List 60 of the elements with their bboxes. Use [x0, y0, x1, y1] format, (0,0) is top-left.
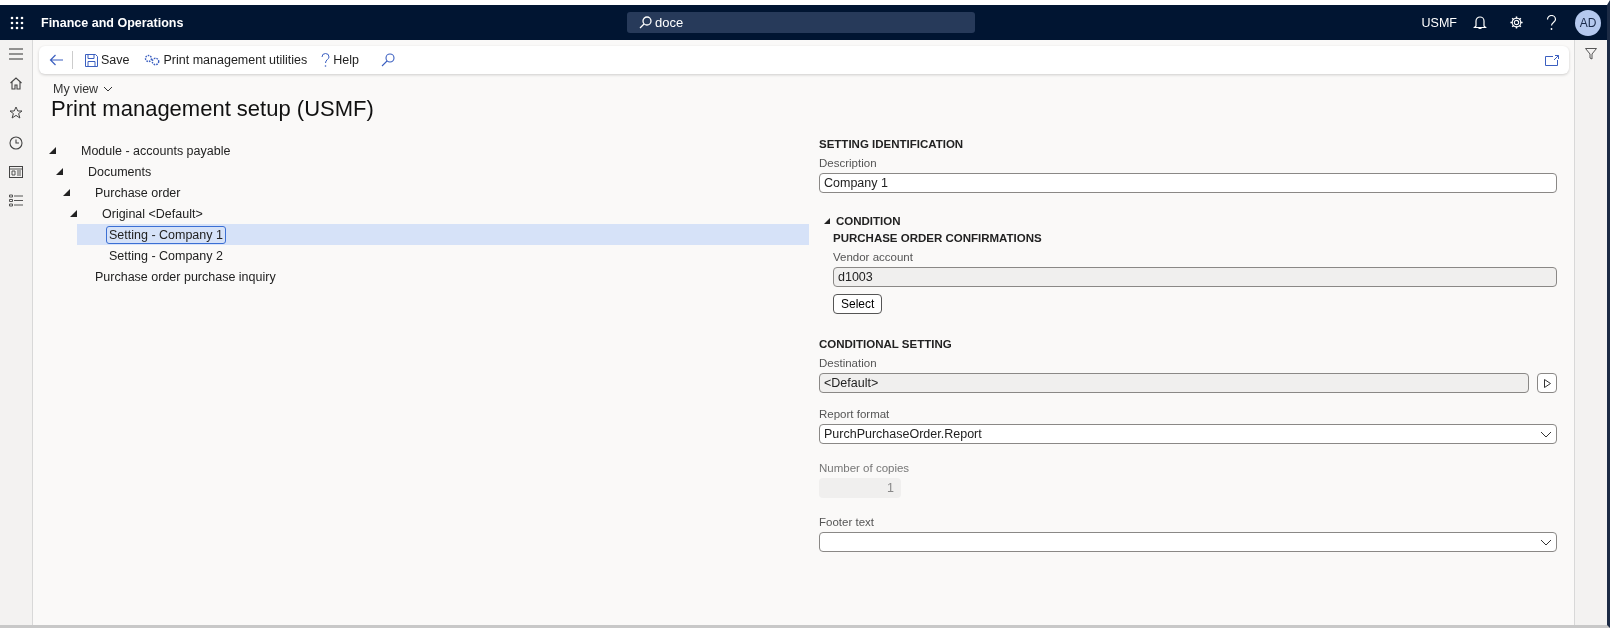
chevron-down-icon: [1540, 538, 1552, 546]
tree-node[interactable]: Module - accounts payable: [49, 140, 809, 161]
list-icon[interactable]: [9, 194, 23, 207]
chevron-down-icon: [103, 86, 114, 92]
chevron-down-icon: [1540, 430, 1552, 438]
back-arrow-icon[interactable]: [49, 54, 64, 66]
utilities-button[interactable]: Print management utilities: [139, 49, 312, 71]
expand-triangle-icon[interactable]: [49, 147, 56, 154]
field-label: Vendor account: [833, 251, 914, 263]
tree-node[interactable]: Setting - Company 1: [77, 224, 809, 245]
gears-icon: [143, 54, 161, 66]
destination-field[interactable]: <Default>: [819, 373, 1529, 393]
expand-triangle-icon[interactable]: [824, 218, 830, 224]
filter-icon[interactable]: [1585, 48, 1597, 60]
help-icon: [321, 52, 331, 68]
expand-triangle-icon[interactable]: [63, 189, 70, 196]
settings-icon[interactable]: [1509, 15, 1524, 30]
app-title: Finance and Operations: [41, 15, 185, 30]
subsection-heading: PURCHASE ORDER CONFIRMATIONS: [833, 232, 1043, 244]
field-label: Number of copies: [819, 462, 911, 474]
search-icon: [639, 16, 652, 29]
select-button[interactable]: Select: [833, 294, 883, 314]
dropdown-field[interactable]: [819, 532, 1557, 552]
details-button[interactable]: [1537, 373, 1557, 393]
help-button[interactable]: Help: [317, 49, 364, 71]
workspace-icon[interactable]: [9, 166, 23, 178]
star-icon[interactable]: [9, 106, 23, 120]
condition-header[interactable]: CONDITION: [824, 215, 1557, 227]
description-field[interactable]: Company 1: [819, 173, 1557, 193]
search-field[interactable]: doce: [627, 12, 975, 33]
field-label: Destination: [819, 357, 878, 369]
menu-icon[interactable]: [9, 48, 23, 60]
expand-triangle-icon[interactable]: [56, 168, 63, 175]
save-button[interactable]: Save: [81, 49, 134, 71]
tree-node[interactable]: Original <Default>: [70, 203, 809, 224]
tree-node[interactable]: Purchase order: [63, 182, 809, 203]
expand-triangle-icon[interactable]: [70, 210, 77, 217]
notifications-icon[interactable]: [1473, 15, 1487, 30]
user-avatar[interactable]: AD: [1575, 9, 1601, 36]
field-label: Description: [819, 157, 878, 169]
home-icon[interactable]: [9, 76, 23, 90]
dropdown-field[interactable]: PurchPurchaseOrder.Report: [819, 424, 1557, 444]
search-icon[interactable]: [381, 53, 396, 67]
vendor-account-field[interactable]: d1003: [833, 267, 1557, 287]
play-triangle-icon: [1543, 378, 1551, 388]
tree-node[interactable]: Documents: [56, 161, 809, 182]
help-icon[interactable]: [1546, 14, 1557, 31]
page-title: Print management setup (USMF): [51, 96, 375, 122]
save-icon: [85, 53, 98, 67]
tree-node[interactable]: Setting - Company 2: [77, 245, 809, 266]
section-heading: CONDITIONAL SETTING: [819, 338, 953, 350]
company-selector[interactable]: USMF: [1421, 15, 1457, 30]
field-label: Report format: [819, 408, 891, 420]
clock-icon[interactable]: [9, 136, 23, 150]
open-in-new-window-icon[interactable]: [1545, 54, 1559, 66]
app-launcher-icon[interactable]: [10, 15, 24, 30]
tree-node[interactable]: Purchase order purchase inquiry: [63, 266, 809, 287]
view-selector[interactable]: My view: [53, 82, 114, 96]
field-label: Footer text: [819, 516, 875, 528]
section-heading: SETTING IDENTIFICATION: [819, 138, 965, 150]
